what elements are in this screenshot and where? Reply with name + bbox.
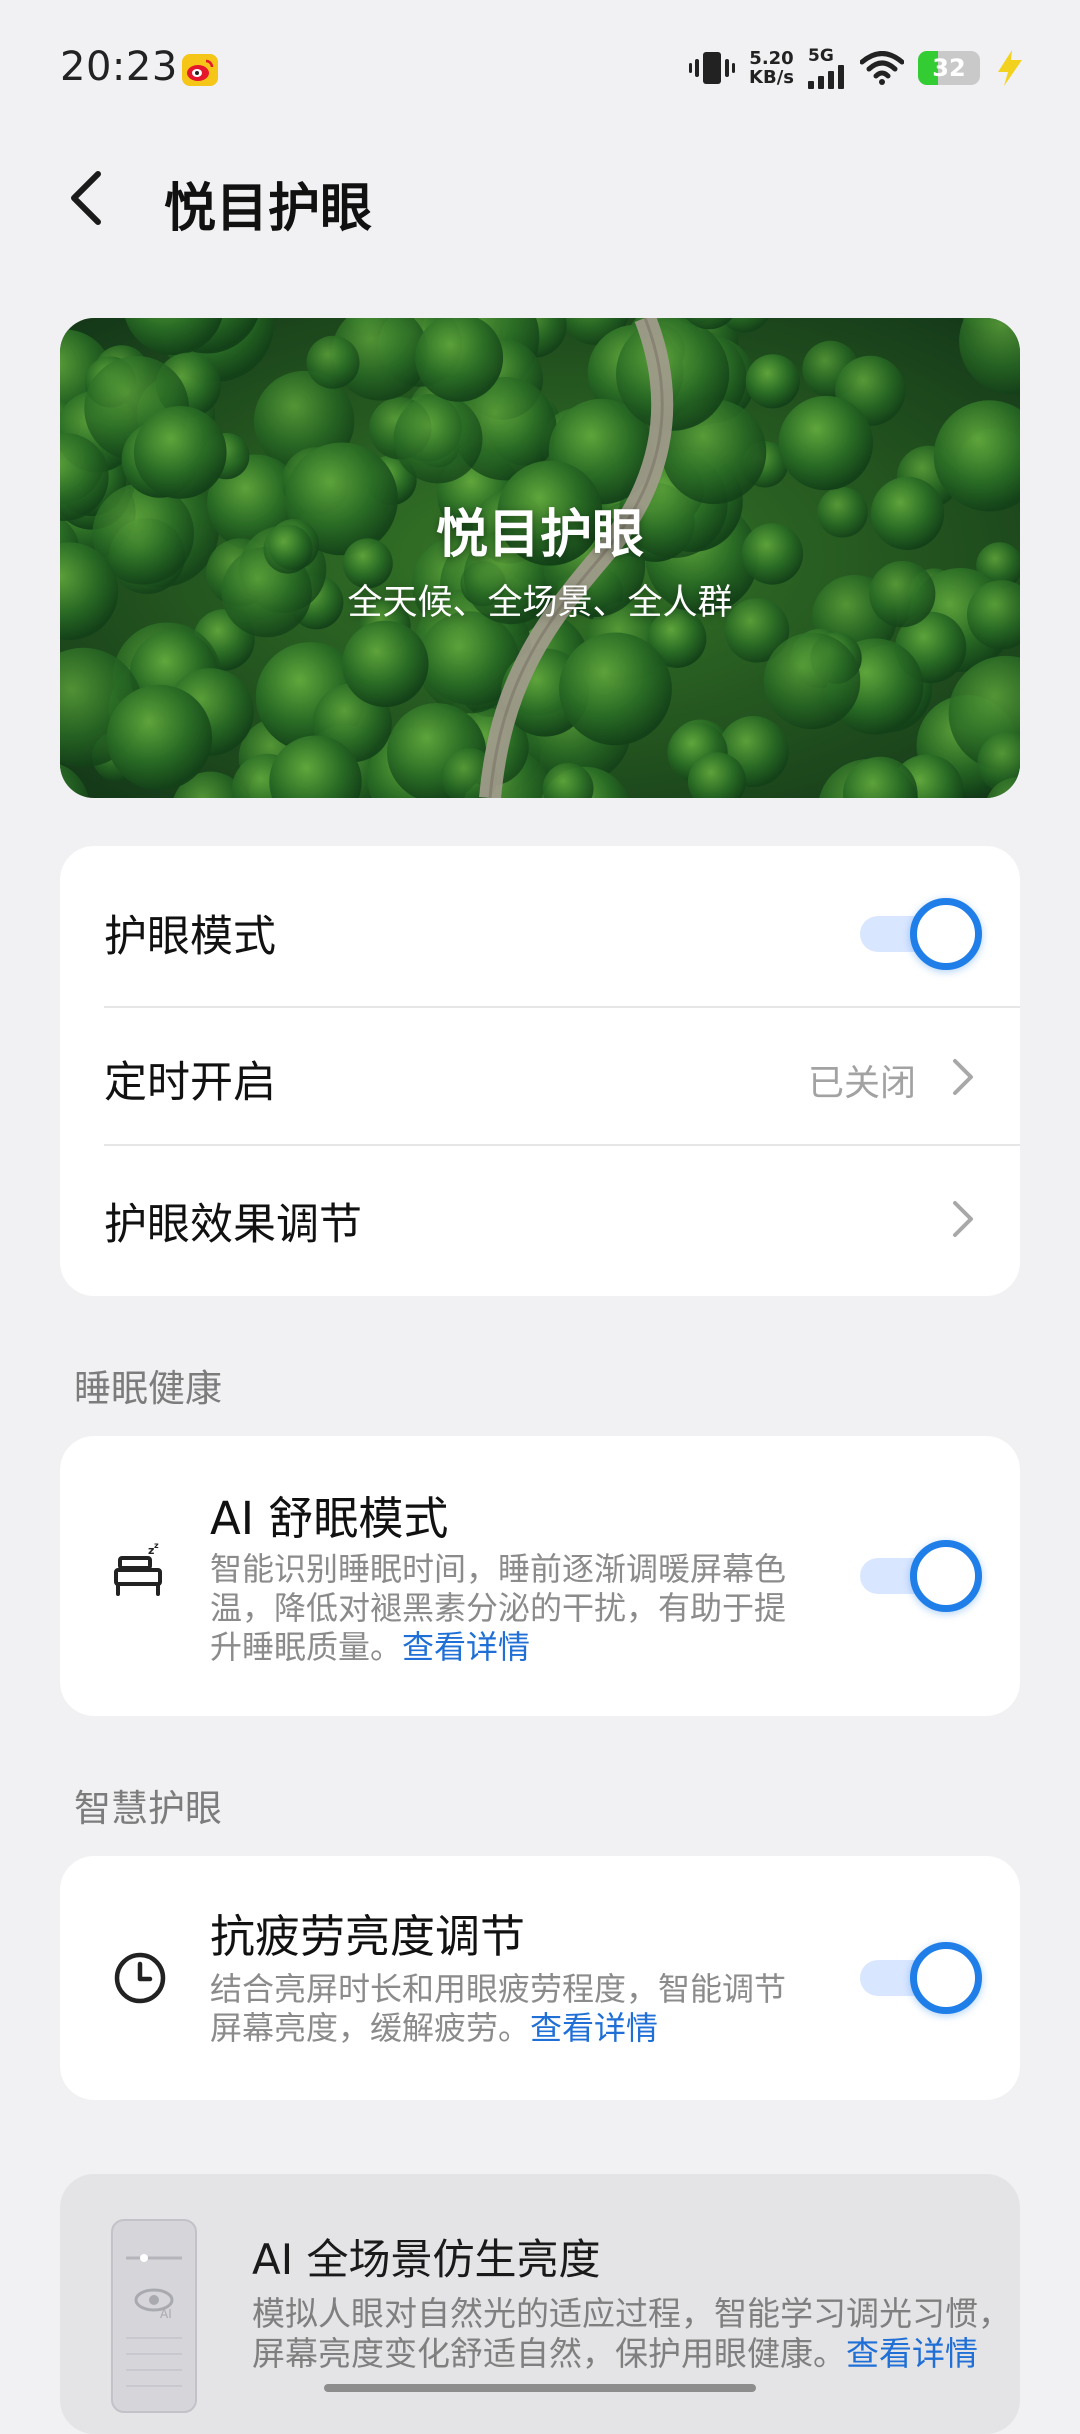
ai-sleep-mode-card[interactable]: z z AI 舒眠模式 智能识别睡眠时间，睡前逐渐调暖屏幕色温，降低对褪黑素分泌… bbox=[60, 1436, 1020, 1716]
ai-sleep-details-link[interactable]: 查看详情 bbox=[402, 1628, 530, 1666]
schedule-row[interactable]: 定时开启 已关闭 bbox=[60, 1008, 1020, 1144]
bed-sleep-icon: z z bbox=[114, 1542, 162, 1596]
effect-row[interactable]: 护眼效果调节 bbox=[60, 1146, 1020, 1296]
anti-fatigue-details-link[interactable]: 查看详情 bbox=[530, 2009, 658, 2047]
status-bar: 20:23 5.20 KB/s 5G 32 bbox=[0, 0, 1080, 140]
toggle-knob bbox=[910, 1942, 982, 2014]
signal-icon bbox=[808, 65, 844, 89]
network-type: 5G bbox=[808, 46, 834, 66]
section-title-smart-eye: 智慧护眼 bbox=[74, 1787, 222, 1830]
promo-description: 模拟人眼对自然光的适应过程，智能学习调光习惯，屏幕亮度变化舒适自然，保护用眼健康… bbox=[252, 2294, 1012, 2374]
home-indicator[interactable] bbox=[324, 2384, 756, 2392]
ai-sleep-description: 智能识别睡眠时间，睡前逐渐调暖屏幕色温，降低对褪黑素分泌的干扰，有助于提升睡眠质… bbox=[210, 1550, 800, 1667]
eye-mode-row[interactable]: 护眼模式 bbox=[60, 846, 1020, 1006]
promo-title: AI 全场景仿生亮度 bbox=[252, 2235, 601, 2284]
eye-mode-label: 护眼模式 bbox=[104, 912, 276, 962]
charging-icon bbox=[998, 50, 1022, 86]
anti-fatigue-title: 抗疲劳亮度调节 bbox=[210, 1910, 526, 1963]
eye-mode-toggle[interactable] bbox=[860, 898, 982, 970]
toggle-knob bbox=[910, 898, 982, 970]
banner-title: 悦目护眼 bbox=[435, 505, 644, 565]
ai-sleep-toggle[interactable] bbox=[860, 1540, 982, 1612]
section-title-sleep: 睡眠健康 bbox=[74, 1367, 222, 1410]
anti-fatigue-card[interactable]: 抗疲劳亮度调节 结合亮屏时长和用眼疲劳程度，智能调节屏幕亮度，缓解疲劳。查看详情 bbox=[60, 1856, 1020, 2100]
net-speed-value: 5.20 bbox=[749, 48, 794, 69]
phone-brightness-illustration: AI bbox=[111, 2219, 197, 2413]
ai-sleep-title: AI 舒眠模式 bbox=[210, 1492, 449, 1545]
promo-details-link[interactable]: 查看详情 bbox=[846, 2334, 978, 2373]
effect-label: 护眼效果调节 bbox=[104, 1200, 362, 1250]
anti-fatigue-toggle[interactable] bbox=[860, 1942, 982, 2014]
svg-text:AI: AI bbox=[160, 2307, 172, 2321]
banner-subtitle: 全天候、全场景、全人群 bbox=[347, 583, 733, 623]
net-speed: 5.20 KB/s bbox=[749, 49, 794, 87]
chevron-right-icon bbox=[953, 1201, 973, 1237]
toggle-knob bbox=[910, 1540, 982, 1612]
battery-level: 32 bbox=[932, 54, 966, 82]
schedule-value: 已关闭 bbox=[807, 1063, 916, 1104]
eye-care-settings-card: 护眼模式 定时开启 已关闭 护眼效果调节 bbox=[60, 846, 1020, 1296]
anti-fatigue-description: 结合亮屏时长和用眼疲劳程度，智能调节屏幕亮度，缓解疲劳。查看详情 bbox=[210, 1970, 810, 2048]
ai-scene-brightness-card[interactable]: AI AI 全场景仿生亮度 模拟人眼对自然光的适应过程，智能学习调光习惯，屏幕亮… bbox=[60, 2174, 1020, 2434]
net-speed-unit: KB/s bbox=[749, 67, 794, 88]
chevron-right-icon bbox=[953, 1059, 973, 1095]
vibrate-icon bbox=[689, 52, 736, 84]
weibo-icon bbox=[182, 54, 218, 86]
status-time: 20:23 bbox=[60, 44, 178, 90]
clock-icon bbox=[114, 1952, 166, 2004]
anti-fatigue-desc-text: 结合亮屏时长和用眼疲劳程度，智能调节屏幕亮度，缓解疲劳。 bbox=[210, 1970, 787, 2047]
wifi-icon bbox=[860, 51, 904, 85]
battery-icon: 32 bbox=[918, 51, 980, 85]
svg-text:z: z bbox=[154, 1542, 159, 1550]
schedule-label: 定时开启 bbox=[104, 1058, 276, 1108]
cell-signal: 5G bbox=[808, 47, 846, 89]
page-title: 悦目护眼 bbox=[164, 179, 373, 239]
back-arrow-icon[interactable] bbox=[62, 168, 112, 228]
